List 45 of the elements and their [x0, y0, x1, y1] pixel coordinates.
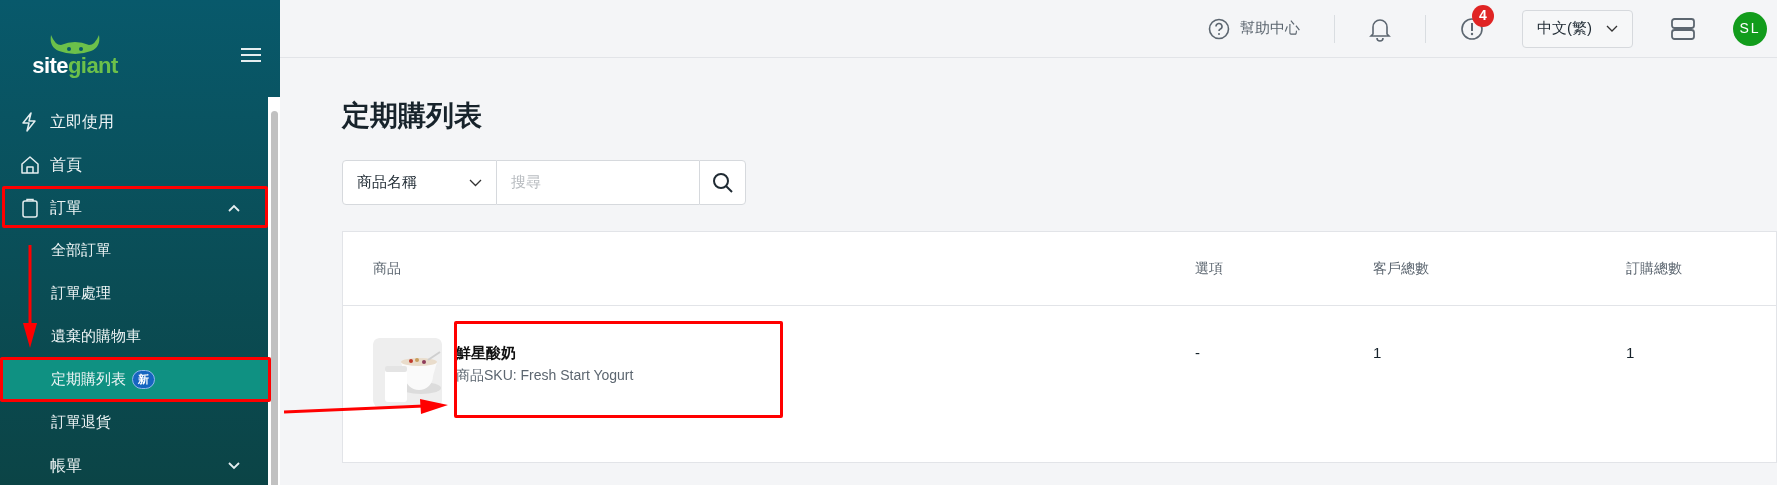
menu-label: 訂單 — [50, 197, 83, 218]
table-cell: - — [1195, 344, 1200, 361]
menu-icon[interactable] — [240, 47, 262, 63]
menu-item[interactable]: 首頁 — [0, 143, 268, 186]
help-button[interactable]: 幫助中心 — [1208, 17, 1300, 40]
field-select[interactable]: 商品名稱 — [342, 160, 497, 205]
chevron-icon — [1606, 24, 1618, 33]
menu-item[interactable]: 立即使用 — [0, 100, 268, 143]
submenu-item[interactable]: 全部訂單 — [0, 229, 268, 272]
column-header: 訂購總數 — [1626, 260, 1682, 276]
user-avatar[interactable]: SL — [1733, 11, 1767, 46]
table-cell: 1 — [1626, 344, 1635, 361]
search-button[interactable] — [699, 160, 746, 205]
submenu-label: 遺棄的購物車 — [51, 326, 141, 347]
product-sku: 商品SKU: Fresh Start Yogurt — [456, 365, 634, 385]
submenu-item[interactable]: 訂單退貨 — [0, 401, 268, 444]
menu-label: 帳單 — [50, 455, 83, 476]
submenu-item[interactable]: 遺棄的購物車 — [0, 315, 268, 358]
clipboard-icon — [20, 197, 40, 218]
search-icon — [711, 171, 734, 194]
product-name[interactable]: 鮮星酸奶 — [456, 342, 634, 365]
menu-item[interactable]: 訂單 — [0, 186, 268, 229]
menu-label: 立即使用 — [50, 111, 115, 132]
page-title: 定期購列表 — [342, 99, 483, 133]
server-icon[interactable] — [1671, 17, 1695, 40]
logo[interactable]: sitegiant — [25, 33, 125, 77]
column-header: 商品 — [373, 260, 401, 276]
new-badge: 新 — [132, 370, 155, 389]
submenu-label: 訂單處理 — [51, 283, 111, 304]
home-icon — [20, 154, 40, 175]
table-cell: 1 — [1373, 344, 1382, 361]
submenu-label: 訂單退貨 — [51, 412, 111, 433]
scrollbar[interactable] — [268, 97, 280, 485]
submenu-label: 定期購列表 — [51, 369, 126, 390]
search-field[interactable]: 搜尋 — [497, 160, 699, 205]
column-header: 選項 — [1195, 260, 1223, 276]
help-icon — [1208, 17, 1230, 40]
submenu-item[interactable]: 訂單處理 — [0, 272, 268, 315]
menu-item[interactable]: 帳單 — [0, 444, 268, 485]
chevron-icon — [469, 178, 482, 187]
notification-badge: 4 — [1472, 4, 1494, 27]
menu-label: 首頁 — [50, 154, 83, 175]
column-header: 客戶總數 — [1373, 260, 1429, 276]
language-dropdown[interactable]: 中文(繁) — [1522, 9, 1633, 48]
submenu-label: 全部訂單 — [51, 240, 111, 261]
